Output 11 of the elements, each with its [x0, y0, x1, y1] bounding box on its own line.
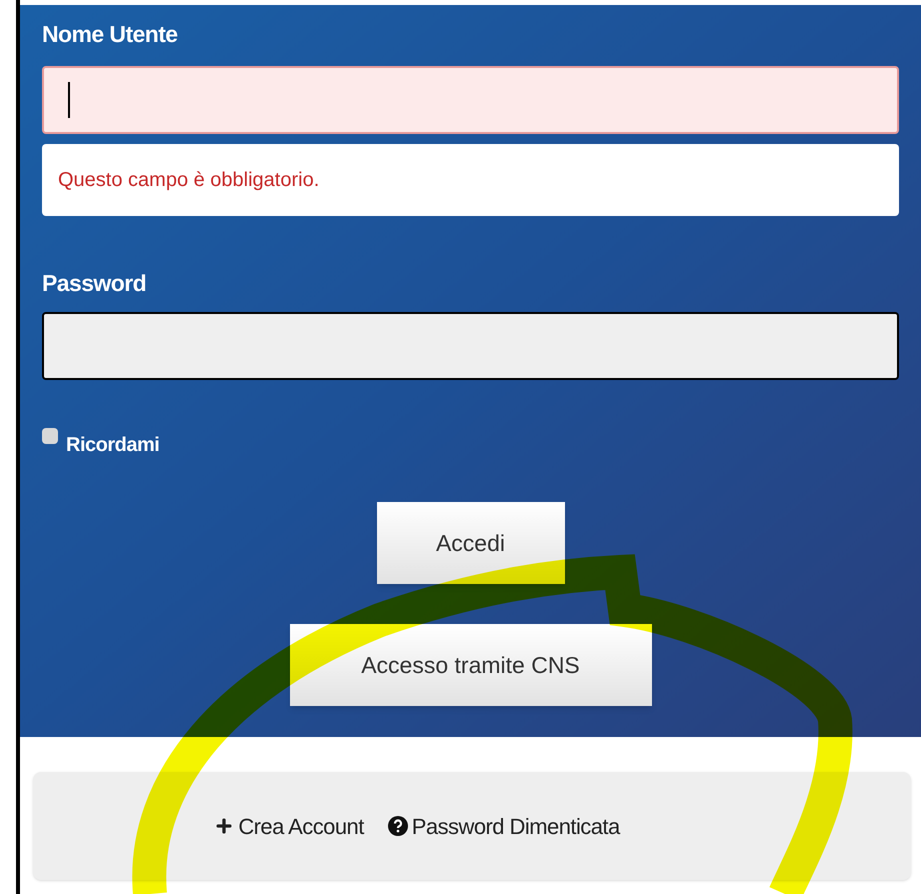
error-message: Questo campo è obbligatorio.: [58, 168, 320, 192]
remember-checkbox[interactable]: [42, 428, 58, 444]
field-label: Nome Utente: [42, 20, 179, 49]
username-field[interactable]: [42, 66, 899, 134]
field-label: Password: [42, 268, 148, 298]
footer-link[interactable]: Crea Account: [214, 810, 364, 842]
plus-icon: [214, 816, 234, 836]
password-field[interactable]: [42, 312, 899, 380]
remember-label: Ricordami: [66, 433, 160, 458]
footer-link[interactable]: Password Dimenticata: [388, 810, 620, 842]
help-icon: [388, 816, 408, 836]
